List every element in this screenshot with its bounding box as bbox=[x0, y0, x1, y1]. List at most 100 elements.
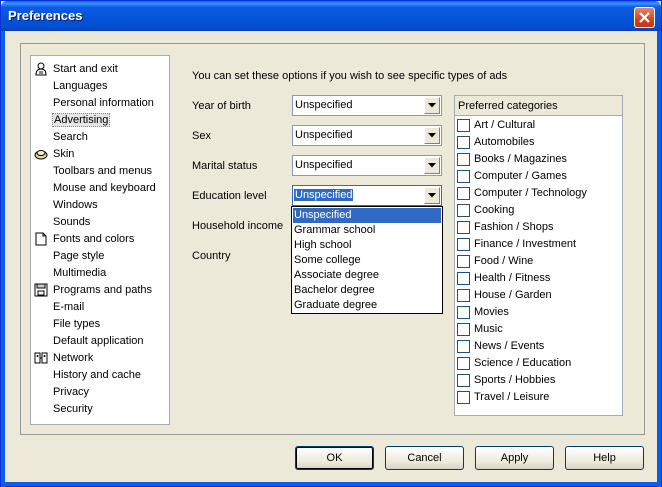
category-cooking[interactable]: Cooking bbox=[457, 203, 621, 220]
category-art-cultural[interactable]: Art / Cultural bbox=[457, 118, 621, 135]
preferred-categories-list[interactable]: Preferred categories Art / Cultural Auto… bbox=[454, 95, 623, 416]
window-border-bottom bbox=[1, 482, 661, 486]
close-button[interactable] bbox=[634, 7, 655, 28]
category-tree[interactable]: Start and exit Languages Personal inform… bbox=[30, 55, 170, 425]
tree-item-multimedia[interactable]: Multimedia bbox=[31, 265, 169, 282]
option-unspecified[interactable]: Unspecified bbox=[293, 208, 441, 223]
category-movies[interactable]: Movies bbox=[457, 305, 621, 322]
category-health-fitness[interactable]: Health / Fitness bbox=[457, 271, 621, 288]
checkbox[interactable] bbox=[457, 289, 470, 302]
checkbox[interactable] bbox=[457, 374, 470, 387]
tree-item-file-types[interactable]: File types bbox=[31, 316, 169, 333]
tree-item-languages[interactable]: Languages bbox=[31, 78, 169, 95]
tree-item-default-application[interactable]: Default application bbox=[31, 333, 169, 350]
household-income-label: Household income bbox=[192, 220, 284, 232]
document-icon bbox=[35, 232, 47, 246]
marital-status-label: Marital status bbox=[192, 160, 258, 172]
tree-item-windows[interactable]: Windows bbox=[31, 197, 169, 214]
category-music[interactable]: Music bbox=[457, 322, 621, 339]
category-computer-games[interactable]: Computer / Games bbox=[457, 169, 621, 186]
dropdown-arrow-button[interactable] bbox=[424, 187, 440, 204]
tree-item-fonts-and-colors[interactable]: Fonts and colors bbox=[31, 231, 169, 248]
checkbox[interactable] bbox=[457, 119, 470, 132]
tree-item-programs-and-paths[interactable]: Programs and paths bbox=[31, 282, 169, 299]
checkbox[interactable] bbox=[457, 153, 470, 166]
tree-item-start-and-exit[interactable]: Start and exit bbox=[31, 61, 169, 78]
category-travel-leisure[interactable]: Travel / Leisure bbox=[457, 390, 621, 407]
categories-column-header[interactable]: Preferred categories bbox=[455, 96, 622, 116]
option-grammar-school[interactable]: Grammar school bbox=[293, 223, 441, 238]
tree-item-mouse-and-keyboard[interactable]: Mouse and keyboard bbox=[31, 180, 169, 197]
marital-status-select[interactable]: Unspecified bbox=[292, 155, 442, 176]
education-level-select[interactable]: Unspecified bbox=[292, 185, 442, 206]
option-graduate-degree[interactable]: Graduate degree bbox=[293, 298, 441, 313]
tree-item-toolbars-and-menus[interactable]: Toolbars and menus bbox=[31, 163, 169, 180]
category-sports-hobbies[interactable]: Sports / Hobbies bbox=[457, 373, 621, 390]
tree-item-skin[interactable]: Skin bbox=[31, 146, 169, 163]
tree-item-label: Languages bbox=[53, 80, 108, 92]
category-fashion-shops[interactable]: Fashion / Shops bbox=[457, 220, 621, 237]
tree-item-security[interactable]: Security bbox=[31, 401, 169, 418]
category-news-events[interactable]: News / Events bbox=[457, 339, 621, 356]
cancel-button[interactable]: Cancel bbox=[385, 446, 464, 470]
sex-select[interactable]: Unspecified bbox=[292, 125, 442, 146]
ok-button[interactable]: OK bbox=[295, 446, 374, 470]
checkbox[interactable] bbox=[457, 170, 470, 183]
select-value: Unspecified bbox=[294, 189, 354, 201]
checkbox[interactable] bbox=[457, 306, 470, 319]
tree-item-history-and-cache[interactable]: History and cache bbox=[31, 367, 169, 384]
checkbox[interactable] bbox=[457, 391, 470, 404]
option-high-school[interactable]: High school bbox=[293, 238, 441, 253]
tree-item-label: Start and exit bbox=[53, 63, 118, 75]
tree-item-personal-information[interactable]: Personal information bbox=[31, 95, 169, 112]
checkbox[interactable] bbox=[457, 340, 470, 353]
category-label: Food / Wine bbox=[474, 255, 534, 267]
dropdown-arrow-button[interactable] bbox=[424, 157, 440, 174]
tree-item-sounds[interactable]: Sounds bbox=[31, 214, 169, 231]
chevron-down-icon bbox=[428, 133, 436, 138]
category-computer-technology[interactable]: Computer / Technology bbox=[457, 186, 621, 203]
category-automobiles[interactable]: Automobiles bbox=[457, 135, 621, 152]
tree-item-search[interactable]: Search bbox=[31, 129, 169, 146]
education-level-dropdown-list[interactable]: Unspecified Grammar school High school S… bbox=[291, 206, 443, 314]
dropdown-arrow-button[interactable] bbox=[424, 127, 440, 144]
category-food-wine[interactable]: Food / Wine bbox=[457, 254, 621, 271]
help-button[interactable]: Help bbox=[565, 446, 644, 470]
option-some-college[interactable]: Some college bbox=[293, 253, 441, 268]
title-bar[interactable]: Preferences bbox=[1, 1, 661, 31]
network-icon bbox=[34, 352, 48, 364]
floppy-icon bbox=[34, 283, 48, 297]
category-books-magazines[interactable]: Books / Magazines bbox=[457, 152, 621, 169]
checkbox[interactable] bbox=[457, 357, 470, 370]
checkbox[interactable] bbox=[457, 272, 470, 285]
checkbox[interactable] bbox=[457, 238, 470, 251]
checkbox[interactable] bbox=[457, 221, 470, 234]
close-icon bbox=[639, 12, 650, 23]
tree-item-label: Advertising bbox=[52, 113, 111, 127]
tree-item-page-style[interactable]: Page style bbox=[31, 248, 169, 265]
tree-item-label: Page style bbox=[53, 250, 105, 262]
category-label: Sports / Hobbies bbox=[474, 374, 556, 386]
checkbox[interactable] bbox=[457, 204, 470, 217]
chevron-down-icon bbox=[428, 193, 436, 198]
category-label: Travel / Leisure bbox=[474, 391, 550, 403]
tree-item-privacy[interactable]: Privacy bbox=[31, 384, 169, 401]
category-finance-investment[interactable]: Finance / Investment bbox=[457, 237, 621, 254]
tree-item-e-mail[interactable]: E-mail bbox=[31, 299, 169, 316]
checkbox[interactable] bbox=[457, 136, 470, 149]
category-house-garden[interactable]: House / Garden bbox=[457, 288, 621, 305]
checkbox[interactable] bbox=[457, 255, 470, 268]
dropdown-arrow-button[interactable] bbox=[424, 97, 440, 114]
option-bachelor-degree[interactable]: Bachelor degree bbox=[293, 283, 441, 298]
tree-item-label: Network bbox=[53, 352, 94, 364]
checkbox[interactable] bbox=[457, 187, 470, 200]
option-associate-degree[interactable]: Associate degree bbox=[293, 268, 441, 283]
apply-button[interactable]: Apply bbox=[475, 446, 554, 470]
tree-item-network[interactable]: Network bbox=[31, 350, 169, 367]
category-science-education[interactable]: Science / Education bbox=[457, 356, 621, 373]
year-of-birth-select[interactable]: Unspecified bbox=[292, 95, 442, 116]
tree-item-label: Sounds bbox=[53, 216, 91, 228]
tree-item-advertising[interactable]: Advertising bbox=[31, 112, 169, 129]
checkbox[interactable] bbox=[457, 323, 470, 336]
tree-item-label: Toolbars and menus bbox=[53, 165, 153, 177]
